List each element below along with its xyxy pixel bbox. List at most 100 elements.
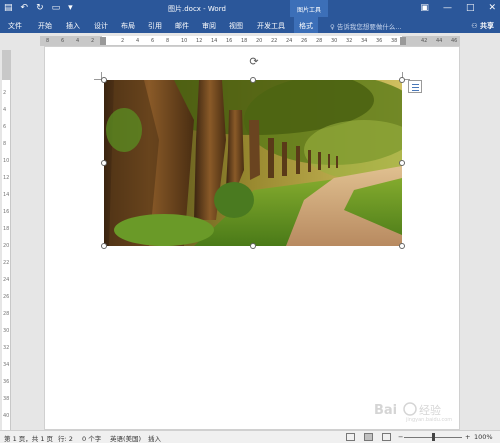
ruler-tick-label: 2 <box>121 38 125 44</box>
resize-handle[interactable] <box>250 77 256 83</box>
ruler-top-margin <box>2 50 11 80</box>
tab-layout[interactable]: 布局 <box>121 21 135 31</box>
layout-options-button[interactable] <box>408 80 422 93</box>
minimize-icon[interactable]: — <box>443 3 452 13</box>
vertical-ruler-tick-label: 24 <box>3 277 10 283</box>
vertical-ruler-tick-label: 22 <box>3 260 10 266</box>
ruler-tick-label: 4 <box>76 38 80 44</box>
redo-icon[interactable]: ↻ <box>36 3 44 13</box>
insert-mode[interactable]: 插入 <box>148 433 161 443</box>
inserted-picture[interactable] <box>104 80 402 246</box>
ruler-tick-label: 30 <box>331 38 338 44</box>
layout-options-icon-line <box>412 90 419 91</box>
vertical-ruler-tick-label: 40 <box>3 413 10 419</box>
ruler-tick-label: 2 <box>91 38 95 44</box>
language[interactable]: 英语(美国) <box>110 433 141 443</box>
vertical-ruler-tick-label: 30 <box>3 328 10 334</box>
tab-mailings[interactable]: 邮件 <box>175 21 189 31</box>
tell-me-search[interactable]: ♀ 告诉我您想要做什么... <box>330 21 402 31</box>
maximize-icon[interactable]: □ <box>466 3 475 13</box>
vertical-ruler-tick-label: 38 <box>3 396 10 402</box>
resize-handle[interactable] <box>399 243 405 249</box>
word-icon: ▤ <box>4 3 13 13</box>
resize-handle[interactable] <box>101 77 107 83</box>
undo-icon[interactable]: ↶ <box>21 3 29 13</box>
ruler-tick-label: 6 <box>61 38 65 44</box>
vertical-ruler[interactable]: 2 4 6 8 10 12 14 16 18 20 22 24 26 28 30 32 34 36 38 40 <box>2 50 11 430</box>
vertical-ruler-tick-label: 20 <box>3 243 10 249</box>
resize-handle[interactable] <box>250 243 256 249</box>
svg-text:Bai: Bai <box>374 403 397 418</box>
word-count[interactable]: 0 个字 <box>82 433 101 443</box>
tab-home[interactable]: 开始 <box>38 21 52 31</box>
picture-tools-context: 图片工具 <box>290 0 328 17</box>
ruler-tick-label: 34 <box>361 38 368 44</box>
ruler-tick-label: 10 <box>181 38 188 44</box>
share-label: 共享 <box>480 22 494 30</box>
tab-view[interactable]: 视图 <box>229 21 243 31</box>
svg-text:jingyan.baidu.com: jingyan.baidu.com <box>405 417 452 422</box>
tab-file[interactable]: 文件 <box>8 21 22 31</box>
share-button[interactable]: ⚇ 共享 <box>471 21 494 31</box>
vertical-ruler-tick-label: 36 <box>3 379 10 385</box>
ribbon-tabs: 文件 开始 插入 设计 布局 引用 邮件 审阅 视图 开发工具 格式 ♀ 告诉我… <box>0 17 500 33</box>
ruler-tick-label: 32 <box>346 38 353 44</box>
zoom-out-button[interactable]: − <box>398 433 403 441</box>
picture-tools-label: 图片工具 <box>296 7 321 14</box>
zoom-slider-thumb[interactable] <box>432 433 435 441</box>
tab-review[interactable]: 审阅 <box>202 21 216 31</box>
rotate-handle-icon[interactable]: ⟳ <box>248 56 260 68</box>
horizontal-ruler[interactable]: 8 6 4 2 2 4 6 8 10 12 14 16 18 20 22 24 26 28 30 32 34 36 38 42… <box>40 36 460 46</box>
window-controls: ▣ — □ ✕ <box>420 3 496 13</box>
ruler-tick-label: 14 <box>211 38 218 44</box>
resize-handle[interactable] <box>101 160 107 166</box>
ruler-tick-label: 16 <box>226 38 233 44</box>
read-mode-view-icon[interactable] <box>346 433 355 441</box>
resize-handle[interactable] <box>101 243 107 249</box>
vertical-ruler-tick-label: 4 <box>3 107 7 113</box>
ruler-tick-label: 4 <box>136 38 140 44</box>
vertical-ruler-tick-label: 34 <box>3 362 10 368</box>
tab-insert[interactable]: 插入 <box>66 21 80 31</box>
ruler-tick-label: 20 <box>256 38 263 44</box>
right-indent-marker[interactable] <box>400 37 406 45</box>
ruler-tick-label: 36 <box>376 38 383 44</box>
vertical-ruler-tick-label: 16 <box>3 209 10 215</box>
close-icon[interactable]: ✕ <box>488 3 496 13</box>
resize-handle[interactable] <box>399 77 405 83</box>
ruler-tick-label: 44 <box>436 38 443 44</box>
tell-me-placeholder: 告诉我您想要做什么... <box>336 23 402 31</box>
lightbulb-icon: ♀ <box>330 23 337 31</box>
status-bar: 第 1 页，共 1 页 行: 2 0 个字 英语(美国) 插入 − + 100% <box>0 430 500 443</box>
print-layout-view-icon[interactable] <box>364 433 373 441</box>
zoom-in-button[interactable]: + <box>465 433 470 441</box>
zoom-level[interactable]: 100% <box>474 433 493 441</box>
vertical-ruler-tick-label: 2 <box>3 90 7 96</box>
baidu-jingyan-watermark: Bai 经验 jingyan.baidu.com <box>374 402 452 422</box>
indent-marker[interactable] <box>100 37 106 45</box>
vertical-ruler-tick-label: 6 <box>3 124 7 130</box>
customize-quick-access-icon[interactable]: ▾ <box>68 3 73 13</box>
ruler-tick-label: 24 <box>286 38 293 44</box>
ruler-tick-label: 8 <box>46 38 50 44</box>
svg-text:经验: 经验 <box>419 403 441 417</box>
ruler-tick-label: 8 <box>166 38 170 44</box>
layout-options-icon-line <box>412 87 419 88</box>
save-icon[interactable]: ▭ <box>52 3 61 13</box>
page-count[interactable]: 第 1 页，共 1 页 <box>4 433 53 443</box>
tab-developer[interactable]: 开发工具 <box>257 21 285 31</box>
ribbon-display-options-icon[interactable]: ▣ <box>420 3 429 13</box>
web-layout-view-icon[interactable] <box>382 433 391 441</box>
ruler-tick-label: 6 <box>151 38 155 44</box>
layout-options-icon <box>412 84 419 85</box>
document-title: 图片.docx - Word <box>168 5 226 13</box>
vertical-ruler-tick-label: 28 <box>3 311 10 317</box>
ruler-tick-label: 28 <box>316 38 323 44</box>
tab-design[interactable]: 设计 <box>94 21 108 31</box>
quick-access-toolbar: ▤ ↶ ↻ ▭ ▾ <box>4 3 73 13</box>
tab-format[interactable]: 格式 <box>294 17 318 33</box>
tab-references[interactable]: 引用 <box>148 21 162 31</box>
person-icon: ⚇ <box>471 22 480 30</box>
landscape-photo <box>104 80 402 246</box>
resize-handle[interactable] <box>399 160 405 166</box>
